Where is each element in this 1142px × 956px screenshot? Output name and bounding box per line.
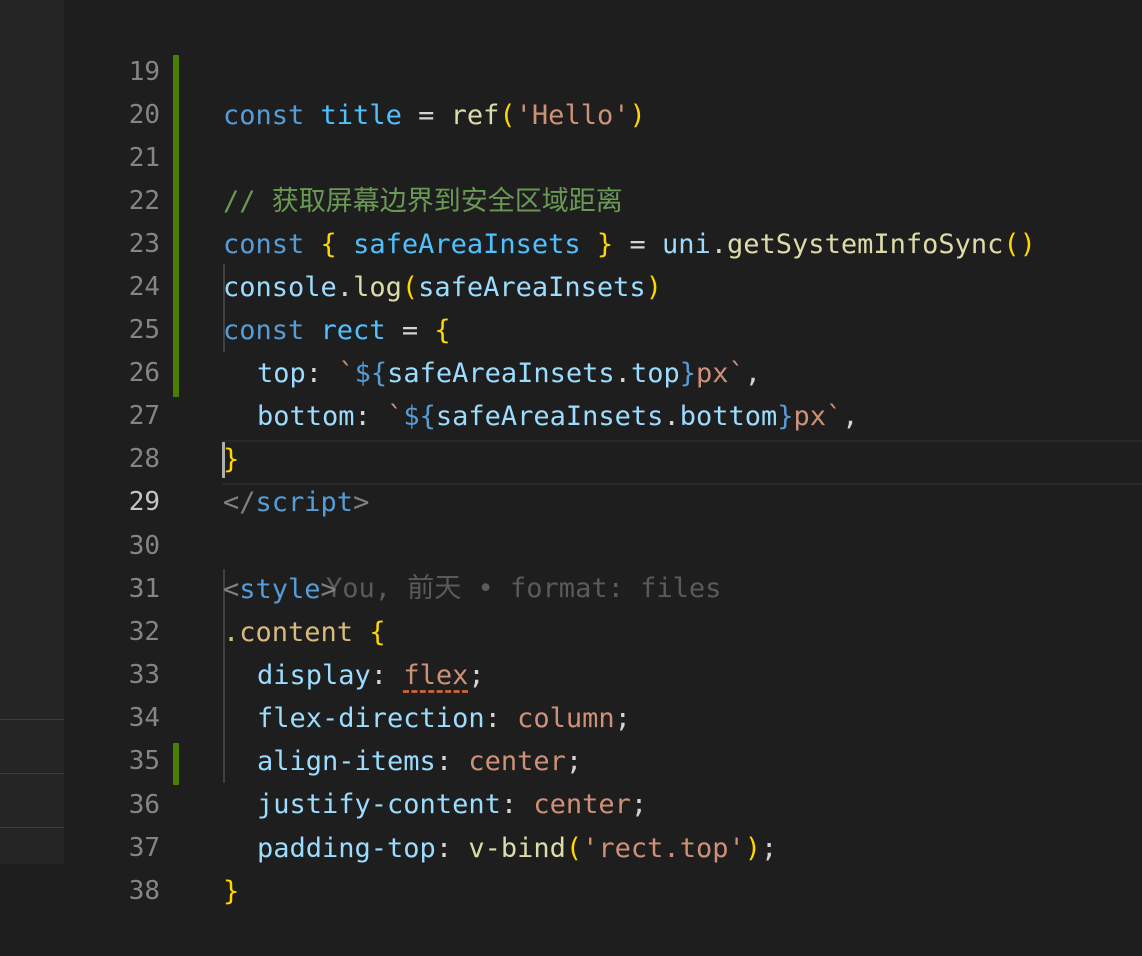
- code-line[interactable]: 21 // 获取屏幕边界到安全区域距离: [0, 94, 1142, 217]
- code-line[interactable]: 32 display: flex;: [0, 568, 1142, 691]
- code-line[interactable]: 27 }: [0, 352, 1142, 475]
- code-line[interactable]: 22 const { safeAreaInsets } = uni.getSys…: [0, 137, 1142, 260]
- code-line[interactable]: 19 const title = ref('Hello'): [0, 8, 1142, 131]
- text-cursor: [222, 442, 225, 478]
- code-line[interactable]: 37 }: [0, 784, 1142, 907]
- code-line[interactable]: 28 </script>: [0, 395, 1142, 518]
- code-line[interactable]: 36 padding-top: v-bind('rect.top');: [0, 741, 1142, 864]
- code-line[interactable]: 35 justify-content: center;: [0, 697, 1142, 820]
- line-number: 38: [128, 876, 160, 906]
- code-line-active[interactable]: 29 You, 前天 • format: files: [0, 438, 1142, 604]
- code-line[interactable]: 26 bottom: `${safeAreaInsets.bottom}px`,: [0, 309, 1142, 432]
- code-line[interactable]: 30 <style>: [0, 482, 1142, 605]
- token-bracket: }: [223, 876, 240, 907]
- code-line[interactable]: 31 .content {: [0, 525, 1142, 648]
- code-line[interactable]: 24 const rect = {: [0, 223, 1142, 346]
- code-line[interactable]: 23 console.log(safeAreaInsets): [0, 180, 1142, 303]
- code-line[interactable]: 25 top: `${safeAreaInsets.top}px`,: [0, 266, 1142, 389]
- code-line[interactable]: 34 align-items: center;: [0, 654, 1142, 777]
- code-line[interactable]: 33 flex-direction: column;: [0, 611, 1142, 734]
- code-line[interactable]: 20: [0, 51, 1142, 130]
